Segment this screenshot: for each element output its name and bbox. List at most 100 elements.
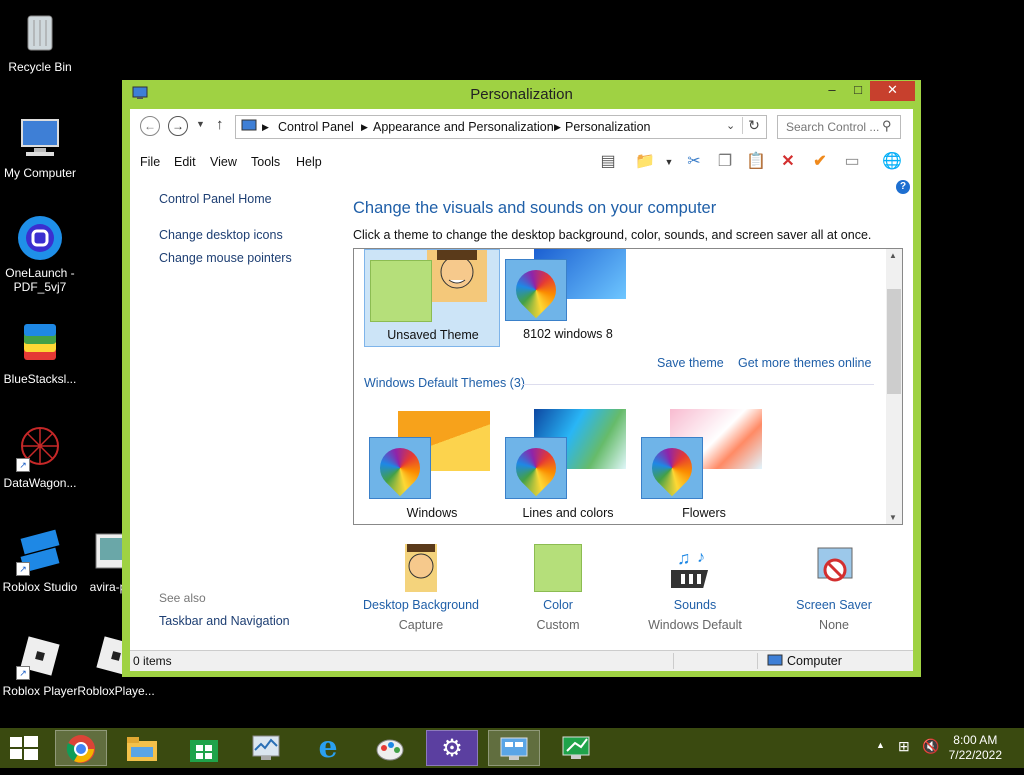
status-location: Computer <box>787 654 842 668</box>
screen-saver-setting[interactable]: Screen Saver None <box>764 544 904 632</box>
theme-unsaved[interactable]: Unsaved Theme <box>364 249 500 347</box>
roblox-studio-icon: ↗ <box>16 528 64 576</box>
sidebar-taskbar-navigation[interactable]: Taskbar and Navigation <box>159 614 290 628</box>
theme-name: Flowers <box>682 506 726 520</box>
default-themes-header: Windows Default Themes (3) <box>364 376 525 390</box>
taskbar-control-panel[interactable] <box>488 730 540 766</box>
desktop-icon-label: Roblox Studio <box>2 580 78 594</box>
properties-icon[interactable]: ▭ <box>841 152 863 172</box>
search-icon[interactable]: ⚲ <box>882 118 892 134</box>
taskbar-chrome[interactable] <box>55 730 107 766</box>
menu-tools[interactable]: Tools <box>251 155 280 169</box>
sidebar-control-panel-home[interactable]: Control Panel Home <box>159 192 272 206</box>
address-row: ← → ▼ ↑ ▶ Control Panel ▶ Appearance and… <box>130 115 913 143</box>
color-fan-icon <box>507 439 565 497</box>
scroll-down-icon[interactable]: ▼ <box>889 513 897 522</box>
theme-lines-and-colors[interactable]: Lines and colors <box>500 409 636 524</box>
globe-icon[interactable]: 🌐 <box>881 152 903 172</box>
color-setting[interactable]: Color Custom <box>488 544 628 632</box>
scroll-up-icon[interactable]: ▲ <box>889 251 897 260</box>
color-fan-icon <box>507 261 565 319</box>
taskbar-store[interactable] <box>178 730 230 766</box>
address-dropdown-icon[interactable]: ⌄ <box>726 119 735 132</box>
network-icon[interactable]: ⊞ <box>898 738 910 755</box>
help-icon[interactable]: ? <box>896 180 910 194</box>
taskbar-file-explorer[interactable] <box>116 730 168 766</box>
window-client: ← → ▼ ↑ ▶ Control Panel ▶ Appearance and… <box>130 109 913 671</box>
maximize-button[interactable]: □ <box>845 81 871 101</box>
forward-button[interactable]: → <box>168 116 188 136</box>
theme-8102-windows-8[interactable]: 8102 windows 8 <box>500 249 636 347</box>
taskbar-paint[interactable] <box>364 730 416 766</box>
taskbar-internet-explorer[interactable]: e <box>302 730 354 766</box>
status-item-count: 0 items <box>133 654 172 668</box>
desktop-background-label[interactable]: Desktop Background <box>351 598 491 612</box>
close-button[interactable]: ✕ <box>870 81 915 101</box>
copy-icon[interactable]: ❐ <box>714 152 736 172</box>
desktop-icon-roblox-player[interactable]: ↗ Roblox Player <box>0 632 80 698</box>
breadcrumb-control-panel[interactable]: Control Panel <box>278 120 354 134</box>
taskbar-remote-desktop[interactable] <box>550 730 602 766</box>
dropdown-chevron-icon[interactable]: ▼ <box>658 152 680 172</box>
scroll-thumb[interactable] <box>887 289 901 394</box>
desktop-icon-datawagon[interactable]: ↗ DataWagon... <box>0 424 80 490</box>
remote-desktop-icon <box>562 736 590 759</box>
sidebar-change-desktop-icons[interactable]: Change desktop icons <box>159 228 283 242</box>
svg-text:♫: ♫ <box>677 548 691 568</box>
desktop-background-setting[interactable]: Desktop Background Capture <box>351 544 491 632</box>
start-button[interactable] <box>10 736 38 760</box>
get-more-themes-link[interactable]: Get more themes online <box>738 356 871 370</box>
delete-icon[interactable]: ✕ <box>777 152 799 172</box>
title-bar[interactable]: Personalization – □ ✕ <box>122 80 921 108</box>
theme-palette <box>505 259 567 321</box>
theme-preview-capture <box>427 250 487 302</box>
shortcut-arrow-icon: ↗ <box>16 562 30 576</box>
theme-windows[interactable]: Windows <box>364 409 500 524</box>
menu-help[interactable]: Help <box>296 155 322 169</box>
sounds-label[interactable]: Sounds <box>625 598 765 612</box>
cut-icon[interactable]: ✂ <box>683 152 705 172</box>
theme-palette <box>641 437 703 499</box>
group-divider <box>522 384 874 385</box>
taskbar-settings[interactable]: ⚙ <box>426 730 478 766</box>
theme-name: Windows <box>406 506 458 520</box>
breadcrumb-separator: ▶ <box>262 122 269 132</box>
taskbar-task-manager[interactable] <box>240 730 292 766</box>
save-theme-link[interactable]: Save theme <box>657 356 724 370</box>
screen-saver-label[interactable]: Screen Saver <box>764 598 904 612</box>
sidebar-change-mouse-pointers[interactable]: Change mouse pointers <box>159 251 292 265</box>
address-bar[interactable]: ▶ Control Panel ▶ Appearance and Persona… <box>235 115 767 139</box>
breadcrumb-appearance[interactable]: Appearance and Personalization <box>373 120 554 134</box>
bluestacks-icon <box>16 320 64 368</box>
layout-icon[interactable]: ▤ <box>597 152 619 172</box>
menu-edit[interactable]: Edit <box>174 155 196 169</box>
breadcrumb-personalization[interactable]: Personalization <box>565 120 650 134</box>
checkmark-icon[interactable]: ✔ <box>809 152 831 172</box>
themes-scrollbar[interactable]: ▲ ▼ <box>886 249 902 524</box>
minimize-button[interactable]: – <box>819 81 845 101</box>
sounds-setting[interactable]: ♫ ♪ Sounds Windows Default <box>625 544 765 632</box>
desktop-icon-recycle-bin[interactable]: Recycle Bin <box>0 8 80 74</box>
themes-list[interactable]: Unsaved Theme 8102 windows 8 Save theme … <box>353 248 903 525</box>
desktop-icon-roblox-studio[interactable]: ↗ Roblox Studio <box>0 528 80 594</box>
color-label[interactable]: Color <box>488 598 628 612</box>
clock-time: 8:00 AM <box>953 733 998 747</box>
folder-options-icon[interactable]: 📁 <box>634 152 656 172</box>
desktop-icon-my-computer[interactable]: My Computer <box>0 114 80 180</box>
search-input[interactable]: Search Control ... ⚲ <box>777 115 901 139</box>
up-button[interactable]: ↑ <box>216 116 224 133</box>
desktop-icon-bluestacks[interactable]: BlueStacksl... <box>0 320 80 386</box>
refresh-icon[interactable]: ↻ <box>742 117 765 134</box>
recent-pages-chevron-icon[interactable]: ▼ <box>196 119 205 129</box>
volume-muted-icon[interactable]: 🔇 <box>922 738 939 755</box>
paste-icon[interactable]: 📋 <box>745 152 767 172</box>
see-also-label: See also <box>159 591 206 605</box>
menu-file[interactable]: File <box>140 155 160 169</box>
system-clock[interactable]: 8:00 AM 7/22/2022 <box>949 733 1002 763</box>
chrome-icon <box>66 735 95 763</box>
theme-flowers[interactable]: Flowers <box>636 409 772 524</box>
desktop-icon-onelaunch[interactable]: OneLaunch - PDF_5vj7 <box>0 214 80 294</box>
menu-view[interactable]: View <box>210 155 237 169</box>
back-button[interactable]: ← <box>140 116 160 136</box>
show-hidden-icons-chevron[interactable]: ▲ <box>876 740 885 750</box>
